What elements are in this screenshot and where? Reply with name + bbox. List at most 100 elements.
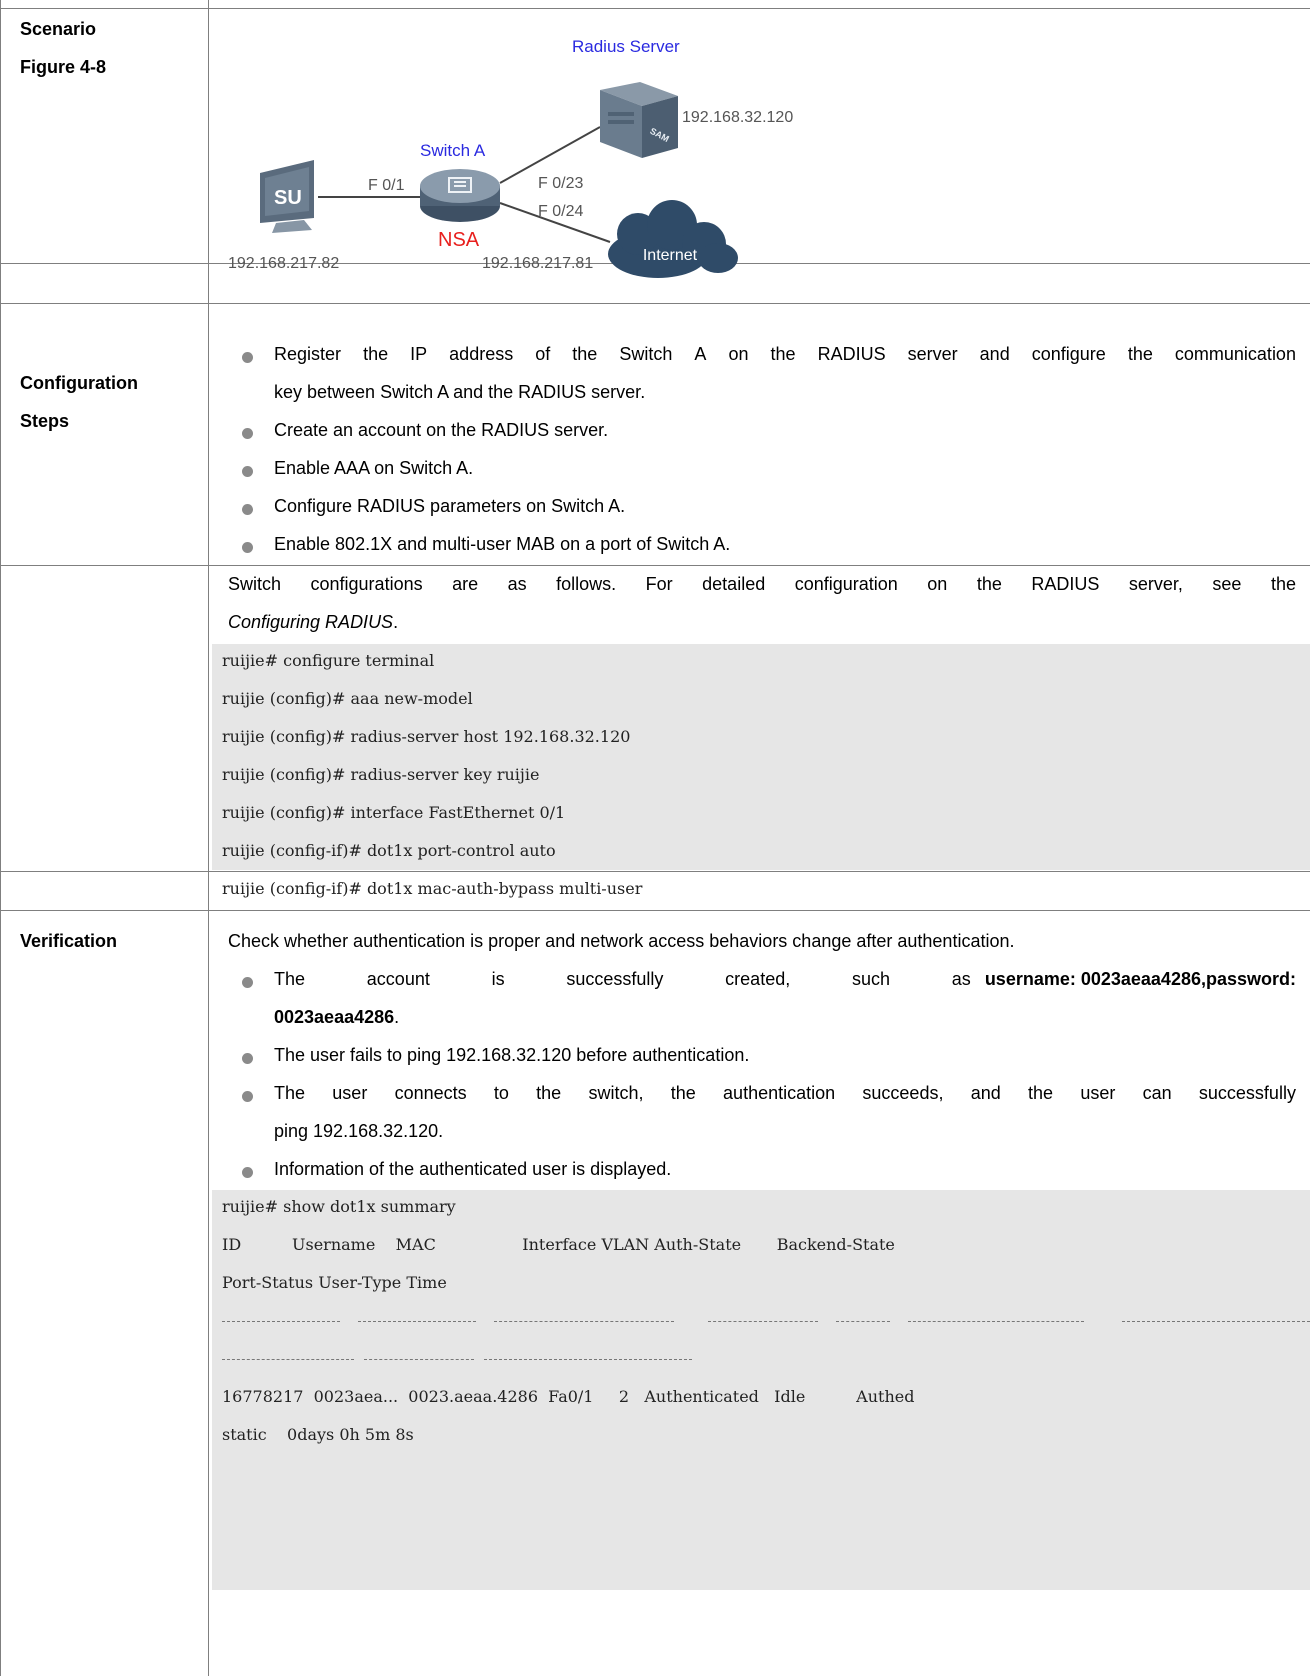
internet-label: Internet: [643, 247, 698, 264]
verify-account-text: The account is successfully created, such as: [274, 960, 971, 998]
nsa-label: NSA: [438, 229, 480, 251]
summary-header: ID Username MAC Interface VLAN Auth-Stat…: [222, 1235, 895, 1254]
step-register-ip-cont: key between Switch A and the RADIUS serv…: [274, 382, 646, 402]
summary-separator: [222, 1321, 1310, 1322]
word: IP: [410, 344, 428, 364]
code-line: ruijie (config)# radius-server host 192.…: [222, 727, 631, 746]
word: The: [274, 969, 306, 989]
word: configurations: [310, 574, 423, 594]
word: the: [536, 1083, 562, 1103]
table-border-top: [0, 8, 1310, 9]
server-icon: SAM: [600, 82, 678, 158]
code-line: ruijie (config)# radius-server key ruiji…: [222, 765, 540, 784]
summary-separator: [222, 1359, 822, 1360]
word: the: [670, 1083, 696, 1103]
switch-title: Switch A: [420, 141, 486, 160]
verify-ping-fail: The user fails to ping 192.168.32.120 be…: [274, 1045, 750, 1065]
word: see: [1212, 574, 1242, 594]
word: Switch: [619, 344, 673, 364]
switch-icon: [420, 169, 500, 222]
code-line: ruijie# show dot1x summary: [222, 1197, 456, 1216]
word: follows.: [556, 574, 617, 594]
word: communication: [1174, 344, 1296, 364]
word: such: [851, 969, 891, 989]
code-line: ruijie# configure terminal: [222, 651, 435, 670]
word: the: [1127, 344, 1153, 364]
word: succeeds,: [862, 1083, 944, 1103]
verification-label: Verification: [20, 931, 118, 951]
code-line: ruijie (config)# aaa new-model: [222, 689, 473, 708]
config-note: Switch configurations are as follows. For deta…: [228, 565, 1296, 603]
word: the: [1270, 574, 1296, 594]
code-line: ruijie (config-if)# dot1x mac-auth-bypas…: [222, 879, 643, 898]
switch-ip: 192.168.217.81: [482, 255, 593, 272]
bullet-icon: [242, 542, 253, 553]
pc-badge: SU: [274, 187, 302, 209]
word: and: [970, 1083, 1001, 1103]
verify-account: The account is successfully created, such as us…: [274, 960, 1296, 998]
verification-intro: Check whether authentication is proper a…: [228, 931, 1015, 951]
verify-account-password: 0023aeaa4286: [274, 1007, 395, 1027]
word: For: [645, 574, 673, 594]
bullet-icon: [242, 352, 253, 363]
verify-account-cont: 0023aeaa4286.: [274, 998, 399, 1036]
word: detailed: [702, 574, 766, 594]
word: successfully: [1198, 1083, 1296, 1103]
cloud-icon: Internet: [608, 200, 738, 278]
table-border-left: [0, 0, 1, 1676]
row-divider: [0, 303, 1310, 304]
bullet-icon: [242, 977, 253, 988]
network-diagram: SU SAM Internet Radius Server 192.168.32…: [228, 37, 793, 278]
word: configuration: [794, 574, 898, 594]
word: can: [1142, 1083, 1172, 1103]
word: is: [491, 969, 505, 989]
word: server: [907, 344, 958, 364]
server-port-label: F 0/23: [538, 175, 583, 192]
client-port-label: F 0/1: [368, 177, 405, 194]
row-divider: [0, 910, 1310, 911]
word: authentication: [723, 1083, 836, 1103]
configuration-label: Configuration: [20, 373, 138, 393]
word: are: [452, 574, 479, 594]
word: of: [535, 344, 551, 364]
config-note-cont: Configuring RADIUS.: [228, 603, 398, 641]
verify-ping-success: The user connects to the switch, the authentica…: [274, 1074, 1296, 1112]
config-note-period: .: [393, 612, 399, 632]
word: the: [363, 344, 389, 364]
verify-ping-success-cont: ping 192.168.32.120.: [274, 1121, 444, 1141]
bullet-icon: [242, 1167, 253, 1178]
pc-icon: SU: [260, 160, 314, 233]
column-divider: [208, 0, 209, 1676]
word: A: [694, 344, 707, 364]
word: The: [274, 1083, 306, 1103]
word: successfully: [566, 969, 664, 989]
word: account: [366, 969, 430, 989]
word: RADIUS: [1031, 574, 1100, 594]
word: connects: [394, 1083, 467, 1103]
summary-row: 16778217 0023aea... 0023.aeaa.4286 Fa0/1…: [222, 1387, 915, 1406]
word: on: [927, 574, 948, 594]
bullet-icon: [242, 1091, 253, 1102]
word: the: [572, 344, 598, 364]
word: and: [979, 344, 1010, 364]
verify-user-info: Information of the authenticated user is…: [274, 1159, 672, 1179]
word: to: [493, 1083, 509, 1103]
summary-header-cont: Port-Status User-Type Time: [222, 1273, 447, 1292]
verify-account-period: .: [394, 1007, 400, 1027]
internet-port-label: F 0/24: [538, 203, 583, 220]
step-enable-aaa: Enable AAA on Switch A.: [274, 458, 474, 478]
step-configure-radius: Configure RADIUS parameters on Switch A.: [274, 496, 626, 516]
word: user: [332, 1083, 368, 1103]
scenario-label: Scenario: [20, 19, 97, 39]
radius-server-title: Radius Server: [572, 37, 680, 56]
word: server,: [1128, 574, 1183, 594]
code-line: ruijie (config-if)# dot1x port-control a…: [222, 841, 556, 860]
word: RADIUS: [817, 344, 886, 364]
word: created,: [725, 969, 791, 989]
summary-row-cont: static 0days 0h 5m 8s: [222, 1425, 414, 1444]
word: the: [1028, 1083, 1054, 1103]
verify-account-credentials: username: 0023aeaa4286,password:: [984, 969, 1296, 989]
steps-label: Steps: [20, 411, 70, 431]
code-line: ruijie (config)# interface FastEthernet …: [222, 803, 566, 822]
word: switch,: [588, 1083, 644, 1103]
